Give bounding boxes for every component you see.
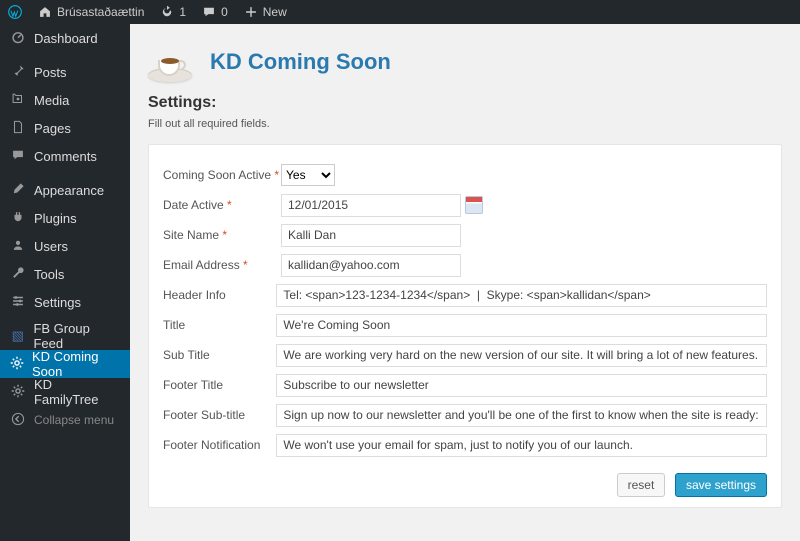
label-footer-notification: Footer Notification — [163, 438, 276, 452]
menu-kd-familytree[interactable]: KD FamilyTree — [0, 378, 130, 406]
menu-fb-label: FB Group Feed — [33, 321, 120, 351]
reset-button[interactable]: reset — [617, 473, 666, 497]
pin-icon — [10, 64, 26, 81]
label-active: Coming Soon Active — [163, 168, 281, 182]
date-active-input[interactable] — [281, 194, 461, 217]
new-content-link[interactable]: New — [236, 0, 295, 24]
menu-fb-group-feed[interactable]: ▧ FB Group Feed — [0, 322, 130, 350]
menu-users-label: Users — [34, 239, 68, 254]
calendar-icon[interactable] — [465, 196, 483, 214]
menu-kd-coming-soon[interactable]: KD Coming Soon — [0, 350, 130, 378]
wp-logo[interactable] — [0, 0, 30, 24]
menu-kdcs-label: KD Coming Soon — [32, 349, 120, 379]
subtitle-input[interactable] — [276, 344, 767, 367]
label-email: Email Address — [163, 258, 281, 272]
label-footer-title: Footer Title — [163, 378, 276, 392]
menu-comments[interactable]: Comments — [0, 142, 130, 170]
sliders-icon — [10, 294, 26, 311]
save-settings-button[interactable]: save settings — [675, 473, 767, 497]
label-title: Title — [163, 318, 276, 332]
help-text: Fill out all required fields. — [148, 118, 782, 130]
menu-posts[interactable]: Posts — [0, 58, 130, 86]
home-icon — [38, 5, 52, 19]
comments-link[interactable]: 0 — [194, 0, 236, 24]
label-site-name: Site Name — [163, 228, 281, 242]
footer-title-input[interactable] — [276, 374, 767, 397]
plugin-logo — [148, 40, 192, 84]
plus-icon — [244, 5, 258, 19]
footer-subtitle-input[interactable] — [276, 404, 767, 427]
footer-notification-input[interactable] — [276, 434, 767, 457]
menu-media[interactable]: Media — [0, 86, 130, 114]
site-name-label: Brúsastaðaættin — [57, 5, 144, 19]
menu-dashboard[interactable]: Dashboard — [0, 24, 130, 52]
dashboard-icon — [10, 30, 26, 47]
menu-kdft-label: KD FamilyTree — [34, 377, 120, 407]
menu-tools-label: Tools — [34, 267, 64, 282]
page-title: KD Coming Soon — [210, 49, 391, 75]
page-icon — [10, 120, 26, 137]
active-select[interactable]: Yes — [281, 164, 335, 186]
label-footer-subtitle: Footer Sub-title — [163, 408, 276, 422]
updates-count: 1 — [179, 5, 186, 19]
menu-tools[interactable]: Tools — [0, 260, 130, 288]
menu-users[interactable]: Users — [0, 232, 130, 260]
site-name-input[interactable] — [281, 224, 461, 247]
facebook-icon: ▧ — [10, 328, 25, 344]
email-input[interactable] — [281, 254, 461, 277]
refresh-icon — [160, 5, 174, 19]
menu-media-label: Media — [34, 93, 69, 108]
plug-icon — [10, 210, 26, 227]
comment-icon — [202, 5, 216, 19]
user-icon — [10, 238, 26, 255]
menu-collapse[interactable]: Collapse menu — [0, 406, 130, 434]
label-subtitle: Sub Title — [163, 348, 276, 362]
label-header-info: Header Info — [163, 288, 276, 302]
wrench-icon — [10, 266, 26, 283]
menu-pages[interactable]: Pages — [0, 114, 130, 142]
menu-settings-label: Settings — [34, 295, 81, 310]
header-info-input[interactable] — [276, 284, 767, 307]
updates-link[interactable]: 1 — [152, 0, 194, 24]
site-name-link[interactable]: Brúsastaðaættin — [30, 0, 152, 24]
menu-appearance-label: Appearance — [34, 183, 104, 198]
wordpress-icon — [8, 5, 22, 19]
media-icon — [10, 92, 26, 109]
gear-icon — [10, 356, 24, 373]
brush-icon — [10, 182, 26, 199]
menu-plugins-label: Plugins — [34, 211, 77, 226]
collapse-icon — [10, 412, 26, 429]
new-label: New — [263, 5, 287, 19]
menu-plugins[interactable]: Plugins — [0, 204, 130, 232]
comment-icon — [10, 148, 26, 165]
settings-form: Coming Soon Active Yes Date Active Site … — [148, 144, 782, 508]
section-heading: Settings: — [148, 94, 782, 112]
gear-icon — [10, 384, 26, 401]
menu-appearance[interactable]: Appearance — [0, 176, 130, 204]
menu-comments-label: Comments — [34, 149, 97, 164]
menu-posts-label: Posts — [34, 65, 67, 80]
menu-collapse-label: Collapse menu — [34, 413, 114, 427]
menu-dashboard-label: Dashboard — [34, 31, 98, 46]
menu-settings[interactable]: Settings — [0, 288, 130, 316]
comments-count: 0 — [221, 5, 228, 19]
menu-pages-label: Pages — [34, 121, 71, 136]
title-input[interactable] — [276, 314, 767, 337]
label-date-active: Date Active — [163, 198, 281, 212]
